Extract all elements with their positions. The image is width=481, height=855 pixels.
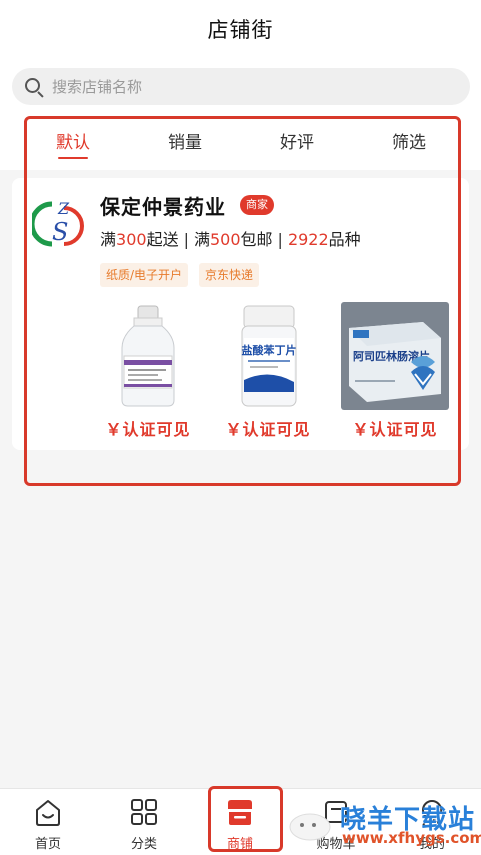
store-info: 满300起送 | 满500包邮 | 2922品种	[100, 226, 361, 250]
shop-icon	[225, 797, 255, 827]
free-ship-value: 500	[209, 230, 241, 249]
cart-icon	[321, 797, 351, 827]
nav-profile[interactable]: 我的	[392, 797, 472, 852]
separator: |	[277, 230, 283, 249]
min-order-prefix: 满	[100, 230, 117, 249]
page-title: 店铺街	[207, 18, 274, 42]
nav-category[interactable]: 分类	[104, 797, 184, 852]
tab-rating[interactable]: 好评	[280, 128, 314, 153]
free-ship-suffix: 包邮	[240, 230, 273, 249]
profile-icon	[417, 797, 447, 827]
pill-bottle-label: 盐酸苯丁片	[242, 343, 297, 357]
product-price: ￥认证可见	[352, 420, 438, 439]
store-logo-icon: Z S	[32, 199, 84, 247]
store-card[interactable]: Z S 保定仲景药业 商家 满300起送 | 满500包邮 | 2922品种 纸质/电子…	[12, 178, 469, 450]
category-grid-icon	[129, 797, 159, 827]
nav-cart[interactable]: 购物车	[296, 797, 376, 852]
product-price: ￥认证可见	[225, 420, 311, 439]
search-input[interactable]	[52, 77, 432, 96]
product-count-value: 2922	[287, 230, 329, 249]
min-order-value: 300	[116, 230, 147, 249]
tab-default[interactable]: 默认	[56, 128, 90, 159]
product-count-suffix: 品种	[328, 230, 361, 249]
tag-account-type: 纸质/电子开户	[100, 263, 189, 287]
search-icon	[24, 77, 44, 98]
home-icon	[33, 797, 63, 827]
pill-bottle-image: 盐酸苯丁片	[214, 302, 322, 410]
nav-shop-label: 商铺	[226, 837, 253, 852]
nav-shop[interactable]: 商铺	[200, 797, 280, 852]
bottom-navigation: 首页 分类 商铺 购物车 我的	[0, 788, 481, 855]
sort-tabs: 默认 销量 好评 筛选	[0, 116, 481, 170]
free-ship-prefix: 满	[193, 230, 210, 249]
nav-home-label: 首页	[34, 837, 61, 852]
tab-filter[interactable]: 筛选	[392, 128, 426, 153]
nav-profile-label: 我的	[418, 837, 445, 852]
tab-sales[interactable]: 销量	[168, 128, 202, 153]
product-price: ￥认证可见	[105, 420, 191, 439]
svg-text:Z: Z	[57, 199, 70, 218]
separator: |	[183, 230, 189, 249]
nav-cart-label: 购物车	[316, 837, 356, 852]
store-name[interactable]: 保定仲景药业	[100, 191, 226, 220]
merchant-badge: 商家	[240, 195, 274, 215]
tag-shipping: 京东快递	[199, 263, 260, 287]
infusion-bottle-image	[94, 302, 202, 410]
nav-home[interactable]: 首页	[8, 797, 88, 852]
store-list-section: 默认 销量 好评 筛选 Z S 保定仲景药业 商家 满300起送 | 满500包邮 |…	[0, 116, 481, 456]
svg-text:S: S	[52, 218, 68, 246]
top-header: 店铺街	[0, 0, 481, 58]
min-order-suffix: 起送	[146, 230, 179, 249]
product-item[interactable]: 盐酸苯丁片 ￥认证可见	[214, 302, 322, 440]
search-area	[0, 58, 481, 116]
search-bar[interactable]	[12, 68, 470, 105]
product-item[interactable]: ￥认证可见	[94, 302, 202, 440]
medicine-box-image: 阿司匹林肠溶片	[341, 302, 449, 410]
nav-category-label: 分类	[130, 837, 157, 852]
product-item[interactable]: 阿司匹林肠溶片 ￥认证可见	[341, 302, 449, 440]
